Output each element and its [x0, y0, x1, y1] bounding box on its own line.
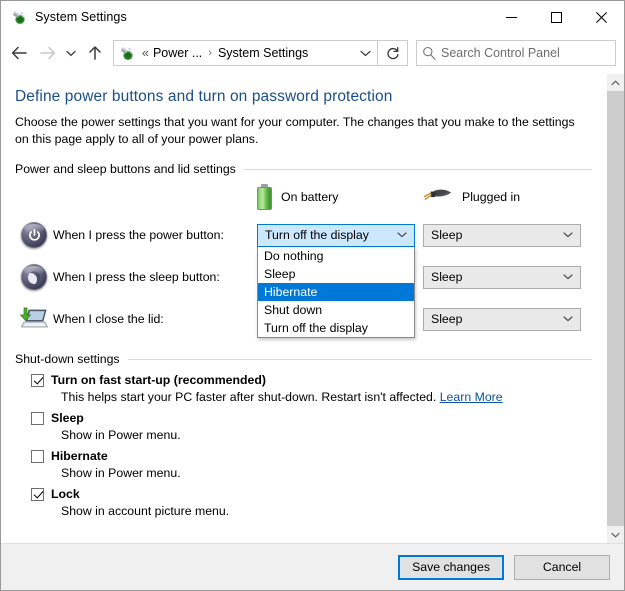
column-on-battery-label: On battery	[281, 190, 339, 204]
power-button-row-label: When I press the power button:	[53, 228, 224, 242]
power-button-icon	[15, 222, 53, 248]
breadcrumb-item-system-settings[interactable]: System Settings	[216, 46, 310, 60]
power-group-header: Power and sleep buttons and lid settings	[15, 162, 592, 176]
checkbox-hibernate[interactable]	[31, 449, 44, 463]
power-settings-group: Power and sleep buttons and lid settings…	[1, 162, 606, 340]
hibernate-description: Show in Power menu.	[61, 466, 181, 480]
column-plugged-in: Plugged in	[423, 187, 589, 207]
recent-locations-chevron-down-icon[interactable]	[61, 39, 81, 67]
checkbox-row-sleep[interactable]: Sleep	[15, 411, 592, 425]
maximize-button[interactable]	[534, 1, 579, 33]
combo-slot-power-battery: Turn off the display Do nothing Sleep Hi…	[257, 223, 423, 338]
combo-slot-sleep-plugged: Sleep	[423, 265, 589, 289]
checkbox-row-lock[interactable]: Lock	[15, 487, 592, 501]
search-icon	[417, 46, 441, 60]
window-title: System Settings	[35, 10, 127, 24]
scrollbar-track[interactable]	[607, 91, 624, 526]
lock-description: Show in account picture menu.	[61, 504, 230, 518]
combo-power-plugged-in-value: Sleep	[431, 228, 463, 242]
breadcrumb-item-power[interactable]: Power ...	[151, 46, 204, 60]
scroll-down-arrow-icon[interactable]	[607, 526, 624, 543]
system-settings-window: System Settings « Power ... › System Set…	[0, 0, 625, 591]
combo-lid-plugged-in-value: Sleep	[431, 312, 463, 326]
dropdown-option[interactable]: Turn off the display	[258, 319, 414, 337]
checkbox-row-hibernate[interactable]: Hibernate	[15, 449, 592, 463]
sleep-moon-icon	[15, 264, 53, 290]
combo-slot-lid-plugged: Sleep	[423, 307, 589, 331]
power-plug-icon	[423, 187, 453, 207]
combo-power-plugged-in[interactable]: Sleep	[423, 223, 581, 247]
checkbox-row-fast-startup[interactable]: Turn on fast start-up (recommended)	[15, 373, 592, 387]
settings-content: Define power buttons and turn on passwor…	[1, 74, 606, 543]
search-placeholder: Search Control Panel	[441, 46, 560, 60]
fast-startup-description: This helps start your PC faster after sh…	[15, 390, 592, 404]
breadcrumb-separator: ›	[208, 47, 212, 59]
close-lid-row-label: When I close the lid:	[53, 312, 164, 326]
dropdown-option[interactable]: Do nothing	[258, 247, 414, 265]
checkbox-sleep[interactable]	[31, 411, 44, 425]
breadcrumb-overflow[interactable]: «	[140, 46, 151, 60]
checkbox-hibernate-label: Hibernate	[51, 449, 108, 463]
dropdown-option[interactable]: Sleep	[258, 265, 414, 283]
back-arrow-icon[interactable]	[5, 39, 33, 67]
checkbox-fast-startup[interactable]	[31, 373, 44, 387]
power-group-header-label: Power and sleep buttons and lid settings	[15, 162, 236, 176]
window-controls	[489, 1, 624, 33]
combo-power-on-battery[interactable]: Turn off the display	[257, 223, 415, 247]
combo-slot-power-plugged: Sleep	[423, 223, 589, 247]
shutdown-group-header: Shut-down settings	[15, 352, 592, 366]
group-divider	[127, 358, 592, 360]
column-headers: On battery Plugged in	[15, 184, 592, 210]
close-button[interactable]	[579, 1, 624, 33]
checkbox-lock[interactable]	[31, 487, 44, 501]
address-bar-control-panel-icon	[119, 45, 135, 61]
forward-arrow-icon	[33, 39, 61, 67]
checkbox-fast-startup-label: Turn on fast start-up (recommended)	[51, 373, 266, 387]
dropdown-power-on-battery-options[interactable]: Do nothing Sleep Hibernate Shut down Tur…	[257, 246, 415, 338]
group-divider	[243, 168, 592, 170]
dialog-footer: Save changes Cancel	[1, 543, 624, 590]
battery-icon	[257, 184, 272, 210]
sleep-description: Show in Power menu.	[61, 428, 181, 442]
title-bar: System Settings	[1, 1, 624, 33]
cancel-button[interactable]: Cancel	[514, 554, 610, 580]
dropdown-option-selected[interactable]: Hibernate	[258, 282, 414, 301]
checkbox-lock-label: Lock	[51, 487, 80, 501]
sleep-button-row-label: When I press the sleep button:	[53, 270, 220, 284]
fast-startup-description-text: This helps start your PC faster after sh…	[61, 390, 437, 404]
page-description: Choose the power settings that you want …	[15, 115, 575, 146]
navigation-bar: « Power ... › System Settings Search Con…	[1, 33, 624, 73]
scrollbar-thumb[interactable]	[607, 91, 624, 526]
address-bar[interactable]: « Power ... › System Settings	[113, 40, 378, 66]
save-changes-button[interactable]: Save changes	[398, 554, 504, 580]
address-chevron-down-icon[interactable]	[353, 41, 377, 65]
laptop-lid-icon	[15, 307, 53, 331]
minimize-button[interactable]	[489, 1, 534, 33]
learn-more-link[interactable]: Learn More	[440, 390, 503, 404]
content-area: Define power buttons and turn on passwor…	[1, 73, 624, 543]
combo-lid-plugged-in[interactable]: Sleep	[423, 307, 581, 331]
combo-sleep-plugged-in[interactable]: Sleep	[423, 265, 581, 289]
combo-sleep-plugged-in-value: Sleep	[431, 270, 463, 284]
up-arrow-icon[interactable]	[81, 39, 109, 67]
combo-power-on-battery-value: Turn off the display	[265, 228, 369, 242]
column-on-battery: On battery	[257, 184, 423, 210]
chevron-down-icon	[563, 232, 573, 238]
vertical-scrollbar[interactable]	[606, 74, 624, 543]
scroll-up-arrow-icon[interactable]	[607, 74, 624, 91]
setting-row-power-button: When I press the power button: Turn off …	[15, 214, 592, 338]
search-box[interactable]: Search Control Panel	[416, 40, 616, 66]
checkbox-sleep-label: Sleep	[51, 411, 84, 425]
shutdown-group-header-label: Shut-down settings	[15, 352, 120, 366]
dropdown-option[interactable]: Shut down	[258, 301, 414, 319]
column-plugged-in-label: Plugged in	[462, 190, 521, 204]
control-panel-shield-icon	[11, 9, 27, 25]
shutdown-settings-group: Shut-down settings Turn on fast start-up…	[1, 352, 606, 518]
chevron-down-icon	[397, 232, 407, 238]
page-title: Define power buttons and turn on passwor…	[15, 88, 393, 105]
chevron-down-icon	[563, 274, 573, 280]
chevron-down-icon	[563, 316, 573, 322]
refresh-icon[interactable]	[378, 40, 408, 66]
